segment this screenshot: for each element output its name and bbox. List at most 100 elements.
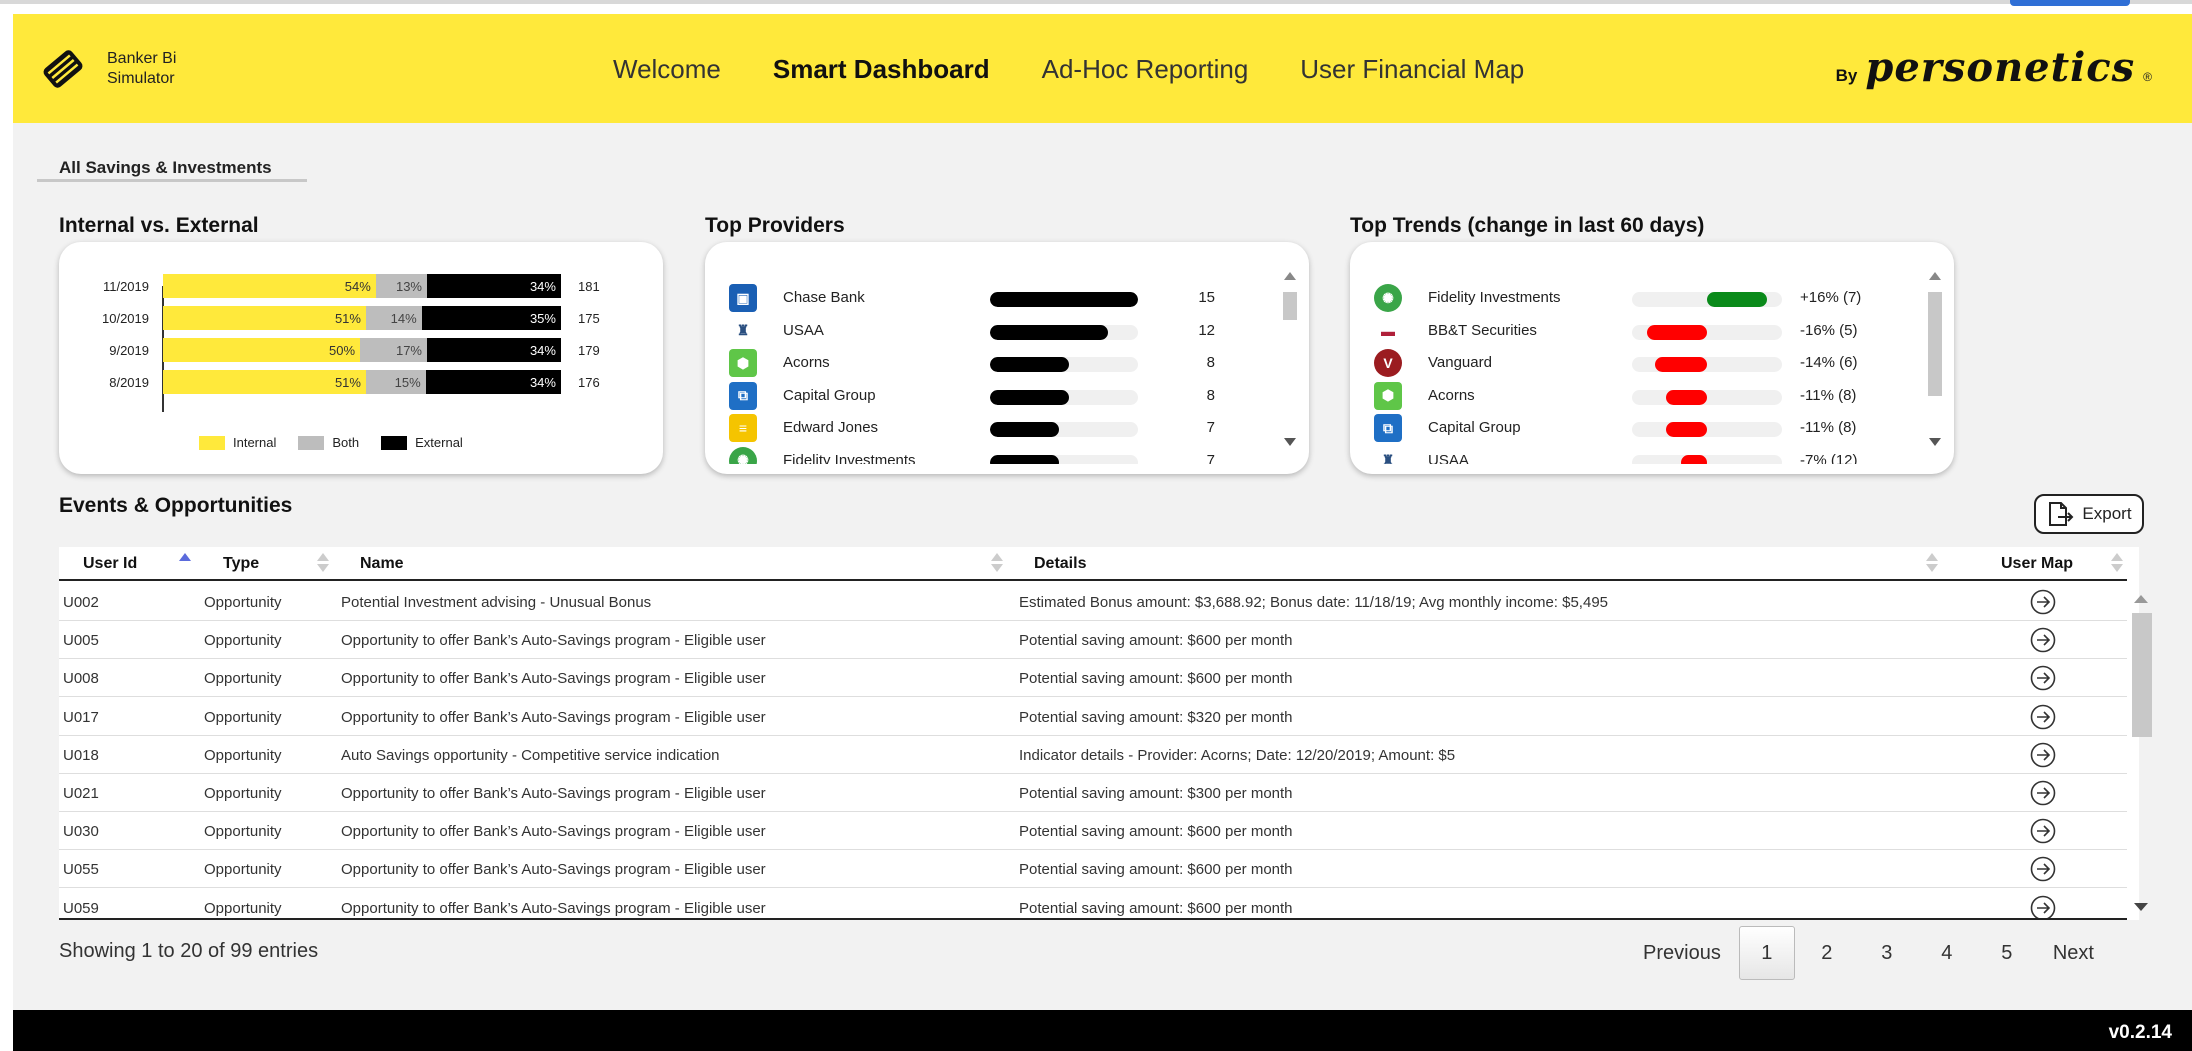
cell-details: Estimated Bonus amount: $3,688.92; Bonus… xyxy=(1019,594,1609,611)
cell-type: Opportunity xyxy=(204,899,282,917)
cell-details: Potential saving amount: $320 per month xyxy=(1019,708,1293,726)
provider-row[interactable]: ▣ Chase Bank 15 xyxy=(705,282,1265,314)
provider-row[interactable]: ≡ Edward Jones 7 xyxy=(705,412,1265,444)
fidelity-icon: ✺ xyxy=(1374,284,1402,312)
provider-row[interactable]: ⬢ Acorns 8 xyxy=(705,347,1265,379)
bar-segment-internal: 51% xyxy=(163,370,366,394)
user-map-arrow-icon[interactable] xyxy=(2030,627,2056,653)
scroll-thumb[interactable] xyxy=(1928,292,1942,396)
sort-icon[interactable] xyxy=(1926,553,1938,573)
provider-row[interactable]: ♜ USAA 12 xyxy=(705,315,1265,347)
cell-name: Opportunity to offer Bank’s Auto-Savings… xyxy=(341,899,766,917)
bar-segment-internal: 54% xyxy=(163,274,376,298)
scroll-thumb[interactable] xyxy=(2132,613,2152,737)
table-row: U018 Opportunity Auto Savings opportunity … xyxy=(59,735,2127,774)
tab-all-savings-investments[interactable]: All Savings & Investments xyxy=(37,140,307,182)
providers-scrollbar[interactable] xyxy=(1281,264,1299,454)
pagination-page-1[interactable]: 1 xyxy=(1738,926,1795,980)
sort-icon[interactable] xyxy=(317,553,329,573)
user-map-arrow-icon[interactable] xyxy=(2030,895,2056,919)
scroll-up-icon[interactable] xyxy=(1284,272,1296,280)
scroll-down-icon[interactable] xyxy=(1284,438,1296,446)
trend-row[interactable]: ✺ Fidelity Investments +16% (7) xyxy=(1350,282,1910,314)
user-map-arrow-icon[interactable] xyxy=(2030,818,2056,844)
trend-value: -11% (8) xyxy=(1800,419,1857,436)
legend-swatch-internal xyxy=(199,435,225,450)
user-map-arrow-icon[interactable] xyxy=(2030,780,2056,806)
provider-bar-track xyxy=(990,422,1138,437)
provider-name: Acorns xyxy=(783,354,830,371)
export-button[interactable]: Export xyxy=(2034,494,2144,534)
stacked-bar: 51% 14% 35% xyxy=(163,306,561,330)
pagination-page-5[interactable]: 5 xyxy=(1977,926,2037,980)
nav-ad-hoc-reporting[interactable]: Ad-Hoc Reporting xyxy=(1042,54,1249,85)
main-nav: Welcome Smart Dashboard Ad-Hoc Reporting… xyxy=(613,54,1524,85)
column-header-user-map[interactable]: User Map xyxy=(2001,555,2073,573)
nav-welcome[interactable]: Welcome xyxy=(613,54,721,85)
export-icon xyxy=(2049,502,2074,526)
provider-bar-fill xyxy=(990,454,1060,464)
app-window: Banker Bi Simulator Welcome Smart Dashbo… xyxy=(13,14,2192,1051)
user-map-arrow-icon[interactable] xyxy=(2030,704,2056,730)
trend-bar-fill xyxy=(1665,389,1707,405)
internal-external-card: 11/2019 54% 13% 34% 181 10/2019 51% 14% 35% 175 9/… xyxy=(59,242,663,474)
table-row: U059 Opportunity Opportunity to offer Bank… xyxy=(59,888,2127,919)
trend-bar-track xyxy=(1632,292,1782,307)
cell-type: Opportunity xyxy=(204,823,282,841)
provider-row[interactable]: ✺ Fidelity Investments 7 xyxy=(705,445,1265,465)
trend-row[interactable]: ⬢ Acorns -11% (8) xyxy=(1350,380,1910,412)
pagination-next[interactable]: Next xyxy=(2037,926,2110,980)
chart-row-total: 179 xyxy=(578,343,600,358)
nav-user-financial-map[interactable]: User Financial Map xyxy=(1300,54,1524,85)
column-header-name[interactable]: Name xyxy=(360,555,404,573)
provider-count: 8 xyxy=(1206,354,1215,371)
provider-row[interactable]: ⧉ Capital Group 8 xyxy=(705,380,1265,412)
trend-bar-track xyxy=(1632,422,1782,437)
column-header-type[interactable]: Type xyxy=(223,555,259,573)
brand-line-1: Banker Bi xyxy=(107,50,177,67)
vanguard-icon: V xyxy=(1374,349,1402,377)
acorns-icon: ⬢ xyxy=(729,349,757,377)
user-map-arrow-icon[interactable] xyxy=(2030,856,2056,882)
sort-asc-icon[interactable] xyxy=(179,553,191,573)
pagination-page-3[interactable]: 3 xyxy=(1857,926,1917,980)
nav-smart-dashboard[interactable]: Smart Dashboard xyxy=(773,54,990,85)
trend-value: -11% (8) xyxy=(1800,386,1857,404)
table-row: U017 Opportunity Opportunity to offer Bank… xyxy=(59,697,2127,736)
trends-scrollbar[interactable] xyxy=(1926,264,1944,454)
version-label: v0.2.14 xyxy=(2108,1022,2172,1043)
provider-name: Capital Group xyxy=(783,386,876,404)
trend-row[interactable]: V Vanguard -14% (6) xyxy=(1350,347,1910,379)
trend-row[interactable]: ⧉ Capital Group -11% (8) xyxy=(1350,412,1910,444)
trend-row[interactable]: ♜ USAA -7% (12) xyxy=(1350,445,1910,464)
sort-icon[interactable] xyxy=(2111,553,2123,573)
scroll-up-icon[interactable] xyxy=(2134,595,2148,603)
cell-name: Opportunity to offer Bank’s Auto-Savings… xyxy=(341,823,766,841)
brand[interactable]: Banker Bi Simulator xyxy=(37,43,176,95)
table-row: U021 Opportunity Opportunity to offer Bank… xyxy=(59,774,2127,812)
capital-group-icon: ⧉ xyxy=(729,381,757,410)
provider-count: 7 xyxy=(1206,419,1215,436)
legend-internal: Internal xyxy=(199,435,276,450)
cell-details: Potential saving amount: $300 per month xyxy=(1019,785,1293,802)
table-scrollbar[interactable] xyxy=(2130,591,2152,921)
scroll-thumb[interactable] xyxy=(1283,292,1297,320)
provider-bar-fill xyxy=(990,292,1138,307)
sort-icon[interactable] xyxy=(991,553,1003,573)
scroll-down-icon[interactable] xyxy=(1929,438,1941,446)
user-map-arrow-icon[interactable] xyxy=(2030,665,2056,691)
provider-name: Fidelity Investments xyxy=(783,451,916,465)
pagination-page-2[interactable]: 2 xyxy=(1797,926,1857,980)
user-map-arrow-icon[interactable] xyxy=(2030,589,2056,615)
column-header-details[interactable]: Details xyxy=(1034,555,1086,573)
trend-row[interactable]: ▬ BB&T Securities -16% (5) xyxy=(1350,315,1910,347)
chart-category-label: 9/2019 xyxy=(109,343,149,358)
column-header-user-id[interactable]: User Id xyxy=(83,555,137,573)
pagination-page-4[interactable]: 4 xyxy=(1917,926,1977,980)
pagination-previous[interactable]: Previous xyxy=(1627,926,1737,980)
scroll-down-icon[interactable] xyxy=(2134,903,2148,911)
provider-bar-track xyxy=(990,357,1138,372)
scroll-up-icon[interactable] xyxy=(1929,272,1941,280)
user-map-arrow-icon[interactable] xyxy=(2030,742,2056,768)
provider-bar-fill xyxy=(990,324,1109,340)
